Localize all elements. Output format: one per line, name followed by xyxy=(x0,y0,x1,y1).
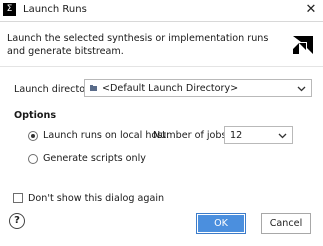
generate-scripts-radio[interactable] xyxy=(28,154,38,164)
radio-selected-dot xyxy=(31,134,35,138)
cancel-button[interactable]: Cancel xyxy=(261,213,311,234)
number-of-jobs-label: Number of jobs: xyxy=(153,130,230,141)
dialog-description: Launch the selected synthesis or impleme… xyxy=(7,33,269,57)
divider xyxy=(0,21,323,22)
generate-scripts-label[interactable]: Generate scripts only xyxy=(43,153,146,164)
launch-local-label[interactable]: Launch runs on local host: xyxy=(43,130,169,141)
title-bar: Σ Launch Runs ✕ xyxy=(0,0,323,21)
dont-show-again-checkbox[interactable] xyxy=(13,193,23,203)
close-button[interactable]: ✕ xyxy=(299,0,323,20)
app-icon: Σ xyxy=(3,3,16,16)
options-section-title: Options xyxy=(14,110,57,121)
launch-directory-combo[interactable]: <Default Launch Directory> xyxy=(84,79,312,97)
divider xyxy=(0,66,323,67)
number-of-jobs-combo[interactable]: 12 xyxy=(224,126,293,144)
number-of-jobs-value: 12 xyxy=(230,130,243,141)
launch-directory-value: <Default Launch Directory> xyxy=(102,83,239,94)
amd-logo-icon xyxy=(293,36,313,54)
chevron-down-icon[interactable] xyxy=(297,84,306,93)
ok-button[interactable]: OK xyxy=(196,213,246,234)
launch-local-radio[interactable] xyxy=(28,131,38,141)
window-title: Launch Runs xyxy=(23,4,87,15)
help-button[interactable]: ? xyxy=(9,213,25,229)
dont-show-again-label[interactable]: Don't show this dialog again xyxy=(28,193,164,204)
folder-icon xyxy=(90,85,97,91)
chevron-down-icon[interactable] xyxy=(278,131,287,140)
